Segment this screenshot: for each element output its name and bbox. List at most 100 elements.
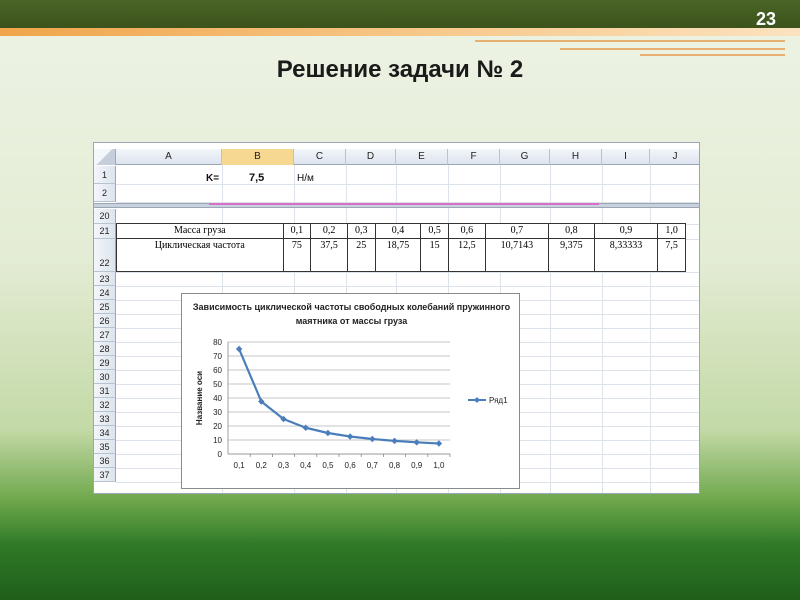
selection-marker <box>209 203 599 205</box>
y-tick-label: 70 <box>213 352 222 361</box>
gridline-horizontal <box>116 184 699 185</box>
x-tick-label: 1,0 <box>433 461 445 470</box>
select-all-corner[interactable] <box>94 149 116 165</box>
x-tick-label: 0,8 <box>389 461 401 470</box>
frequency-cell[interactable]: 12,5 <box>447 238 486 272</box>
frequency-cell[interactable]: 8,33333 <box>593 238 659 272</box>
row-header[interactable]: 27 <box>94 328 116 342</box>
x-tick-label: 0,6 <box>345 461 357 470</box>
y-tick-label: 80 <box>213 338 222 347</box>
data-point <box>346 433 354 440</box>
row-header[interactable]: 37 <box>94 468 116 482</box>
column-header-d[interactable]: D <box>346 149 396 165</box>
y-tick-label: 20 <box>213 422 222 431</box>
frequency-cell[interactable]: 10,7143 <box>484 238 550 272</box>
table-row-label[interactable]: Циклическая частота <box>116 238 284 272</box>
y-axis-label: Название оси <box>195 371 204 425</box>
column-header-j[interactable]: J <box>650 149 699 165</box>
row-header[interactable]: 33 <box>94 412 116 426</box>
row-header[interactable]: 28 <box>94 342 116 356</box>
column-header-g[interactable]: G <box>500 149 550 165</box>
column-header-row: ABCDEFGHIJ <box>94 149 699 165</box>
data-table: Масса груза 0,1 0,2 0,3 0,4 0,5 0,6 0,7 … <box>116 223 686 272</box>
data-point <box>369 435 376 443</box>
data-point <box>302 424 309 431</box>
mass-cell[interactable]: 0,4 <box>374 223 422 239</box>
mass-cell[interactable]: 0,8 <box>548 223 595 239</box>
mass-cell[interactable]: 0,9 <box>593 223 659 239</box>
column-header-f[interactable]: F <box>448 149 500 165</box>
gridline-vertical <box>602 165 603 493</box>
gridline-vertical <box>650 165 651 493</box>
row-header[interactable]: 30 <box>94 370 116 384</box>
y-tick-label: 50 <box>213 380 222 389</box>
cell-k-value[interactable]: 7,5 <box>249 172 264 184</box>
column-header-e[interactable]: E <box>396 149 448 165</box>
frequency-cell[interactable]: 15 <box>420 238 449 272</box>
column-header-c[interactable]: C <box>294 149 346 165</box>
data-point <box>391 437 398 445</box>
decor-line <box>475 40 785 42</box>
cell-k-unit[interactable]: Н/м <box>297 173 314 184</box>
row-header[interactable]: 23 <box>94 272 116 286</box>
gridline-horizontal <box>116 286 699 287</box>
x-tick-label: 0,7 <box>367 461 379 470</box>
mass-cell[interactable]: 0,3 <box>346 223 376 239</box>
row-header[interactable]: 31 <box>94 384 116 398</box>
gridline-vertical <box>550 165 551 493</box>
x-tick-label: 0,1 <box>234 461 246 470</box>
mass-cell[interactable]: 1,0 <box>657 223 686 239</box>
decor-line <box>560 48 785 50</box>
column-header-a[interactable]: A <box>116 149 222 165</box>
slide-accent-stripe <box>0 28 800 36</box>
mass-cell[interactable]: 0,6 <box>447 223 486 239</box>
column-header-h[interactable]: H <box>550 149 602 165</box>
chart-box[interactable]: Зависимость циклической частоты свободны… <box>181 293 520 489</box>
row-header[interactable]: 22 <box>94 239 116 272</box>
row-header[interactable]: 25 <box>94 300 116 314</box>
frequency-cell[interactable]: 25 <box>346 238 376 272</box>
mass-cell[interactable]: 0,1 <box>282 223 312 239</box>
row-header[interactable]: 29 <box>94 356 116 370</box>
cell-k-label[interactable]: K= <box>206 173 219 184</box>
mass-cell[interactable]: 0,2 <box>310 223 348 239</box>
frequency-cell[interactable]: 75 <box>282 238 312 272</box>
row-header[interactable]: 34 <box>94 426 116 440</box>
slide-top-bar <box>0 0 800 28</box>
data-point <box>324 429 332 437</box>
data-point <box>235 345 243 353</box>
mass-cell[interactable]: 0,5 <box>420 223 449 239</box>
legend-label: Ряд1 <box>489 396 508 405</box>
row-header[interactable]: 20 <box>94 209 116 224</box>
x-tick-label: 0,3 <box>278 461 290 470</box>
row-header[interactable]: 26 <box>94 314 116 328</box>
line-chart: 0 10 20 30 40 50 60 70 80 0,1 0,2 0,3 0,4 0,5 0,6 0,7 0,… <box>195 338 508 470</box>
column-header-b[interactable]: B <box>222 149 294 165</box>
row-header[interactable]: 2 <box>94 184 116 202</box>
row-header[interactable]: 36 <box>94 454 116 468</box>
mass-cell[interactable]: 0,7 <box>484 223 550 239</box>
x-tick-label: 0,5 <box>322 461 334 470</box>
row-header[interactable]: 1 <box>94 166 116 184</box>
frequency-cell[interactable]: 9,375 <box>548 238 595 272</box>
row-header[interactable]: 24 <box>94 286 116 300</box>
column-header-i[interactable]: I <box>602 149 650 165</box>
x-tick-label: 0,4 <box>300 461 312 470</box>
frequency-cell[interactable]: 37,5 <box>310 238 348 272</box>
spreadsheet-screenshot: ABCDEFGHIJ 1 2 20 21 22 23 24 25 26 27 28 29 30 31 32 3… <box>93 142 700 494</box>
y-tick-label: 40 <box>213 394 222 403</box>
frequency-cell[interactable]: 7,5 <box>657 238 686 272</box>
y-tick-label: 30 <box>213 408 222 417</box>
row-header[interactable]: 21 <box>94 224 116 239</box>
row-header[interactable]: 32 <box>94 398 116 412</box>
y-tick-label: 10 <box>213 436 222 445</box>
row-header[interactable]: 35 <box>94 440 116 454</box>
y-tick-label: 60 <box>213 366 222 375</box>
gridline-horizontal <box>116 272 699 273</box>
series-line <box>238 348 439 445</box>
legend-marker <box>474 397 480 403</box>
frequency-cell[interactable]: 18,75 <box>374 238 422 272</box>
x-tick-label: 0,2 <box>256 461 268 470</box>
table-row-label[interactable]: Масса груза <box>116 223 284 239</box>
y-tick-label: 0 <box>218 450 223 459</box>
